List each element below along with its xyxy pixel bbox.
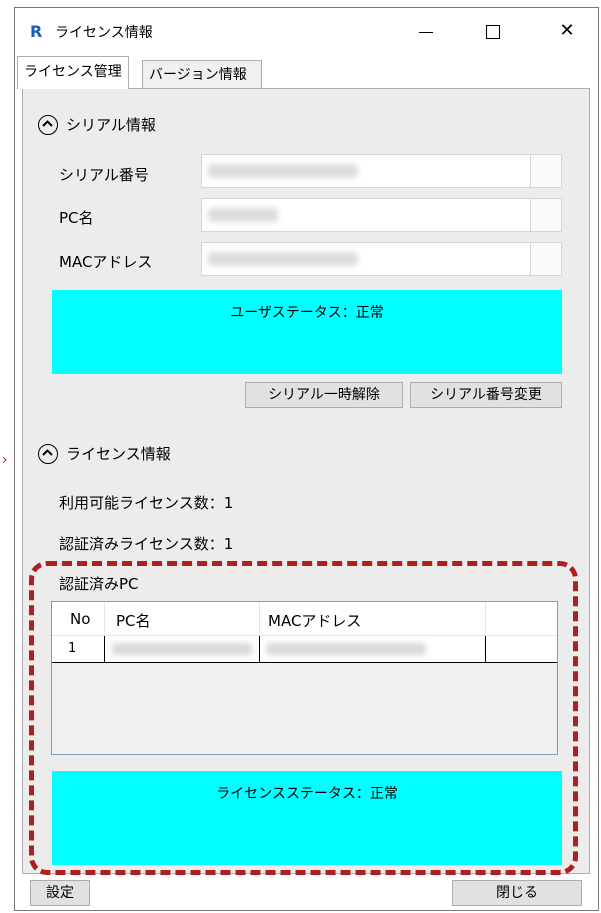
- tab-license-management[interactable]: ライセンス管理: [17, 56, 129, 89]
- column-header-mac[interactable]: MACアドレス: [268, 610, 361, 631]
- mac-address-field[interactable]: [201, 242, 562, 276]
- serial-section-title: シリアル情報: [66, 116, 156, 134]
- app-logo-icon: R: [30, 22, 43, 41]
- serial-section-header[interactable]: シリアル情報: [38, 114, 156, 135]
- field-edge: [530, 155, 561, 187]
- license-section-title: ライセンス情報: [66, 445, 171, 463]
- title-bar: R ライセンス情報 ✕: [15, 8, 598, 54]
- license-status-banner: ライセンスステータス：正常: [52, 771, 562, 865]
- minimize-icon: [419, 32, 433, 33]
- column-header-no[interactable]: No: [70, 610, 90, 628]
- column-divider: [104, 602, 105, 635]
- authenticated-license-count: 認証済みライセンス数：1: [59, 535, 234, 553]
- license-status-text: ライセンスステータス：正常: [216, 786, 398, 802]
- pc-name-label: PC名: [59, 209, 94, 227]
- serial-number-label: シリアル番号: [59, 166, 149, 184]
- column-divider: [485, 602, 486, 635]
- column-header-pc-name[interactable]: PC名: [116, 610, 151, 631]
- redacted-value: [208, 164, 358, 178]
- license-window: R ライセンス情報 ✕ ライセンス管理 バージョン情報 シリアル情報 シリアル番…: [14, 7, 599, 911]
- authenticated-pc-table[interactable]: No PC名 MACアドレス 1: [51, 601, 558, 755]
- annotation-arrow-icon: ›: [2, 452, 8, 468]
- collapse-chevron-icon[interactable]: [38, 114, 58, 135]
- table-row[interactable]: 1: [52, 636, 557, 663]
- close-window-button[interactable]: ✕: [545, 16, 589, 46]
- redacted-mac: [266, 643, 426, 655]
- table-header: No PC名 MACアドレス: [52, 602, 557, 636]
- temp-release-button[interactable]: シリアル一時解除: [245, 382, 403, 408]
- collapse-chevron-icon[interactable]: [38, 443, 58, 464]
- maximize-icon: [486, 25, 500, 39]
- cell-divider: [259, 636, 260, 662]
- change-serial-button[interactable]: シリアル番号変更: [410, 382, 562, 408]
- pc-name-field[interactable]: [201, 198, 562, 232]
- cell-divider: [485, 636, 486, 662]
- user-status-banner: ユーザステータス：正常: [52, 290, 562, 374]
- mac-address-label: MACアドレス: [59, 253, 153, 271]
- available-license-count: 利用可能ライセンス数：1: [59, 494, 234, 512]
- redacted-value: [208, 208, 278, 222]
- column-divider: [259, 602, 260, 635]
- minimize-button[interactable]: [404, 16, 448, 46]
- license-section-header[interactable]: ライセンス情報: [38, 443, 171, 464]
- field-edge: [530, 199, 561, 231]
- authenticated-pc-label: 認証済みPC: [59, 575, 139, 593]
- redacted-pc-name: [112, 643, 252, 655]
- close-icon: ✕: [559, 20, 575, 41]
- maximize-button[interactable]: [471, 16, 515, 46]
- settings-button[interactable]: 設定: [30, 880, 90, 906]
- cell-no: 1: [68, 641, 77, 656]
- field-edge: [530, 243, 561, 275]
- redacted-value: [208, 252, 358, 266]
- serial-number-field[interactable]: [201, 154, 562, 188]
- window-title: ライセンス情報: [55, 25, 153, 41]
- tab-strip: ライセンス管理 バージョン情報: [15, 54, 598, 89]
- tab-version-info[interactable]: バージョン情報: [142, 60, 262, 88]
- cell-divider: [104, 636, 105, 662]
- close-button[interactable]: 閉じる: [452, 880, 582, 906]
- license-panel: シリアル情報 シリアル番号 PC名 MACアドレス ユーザステータス：正常 シリ…: [22, 88, 590, 874]
- user-status-text: ユーザステータス：正常: [230, 305, 384, 321]
